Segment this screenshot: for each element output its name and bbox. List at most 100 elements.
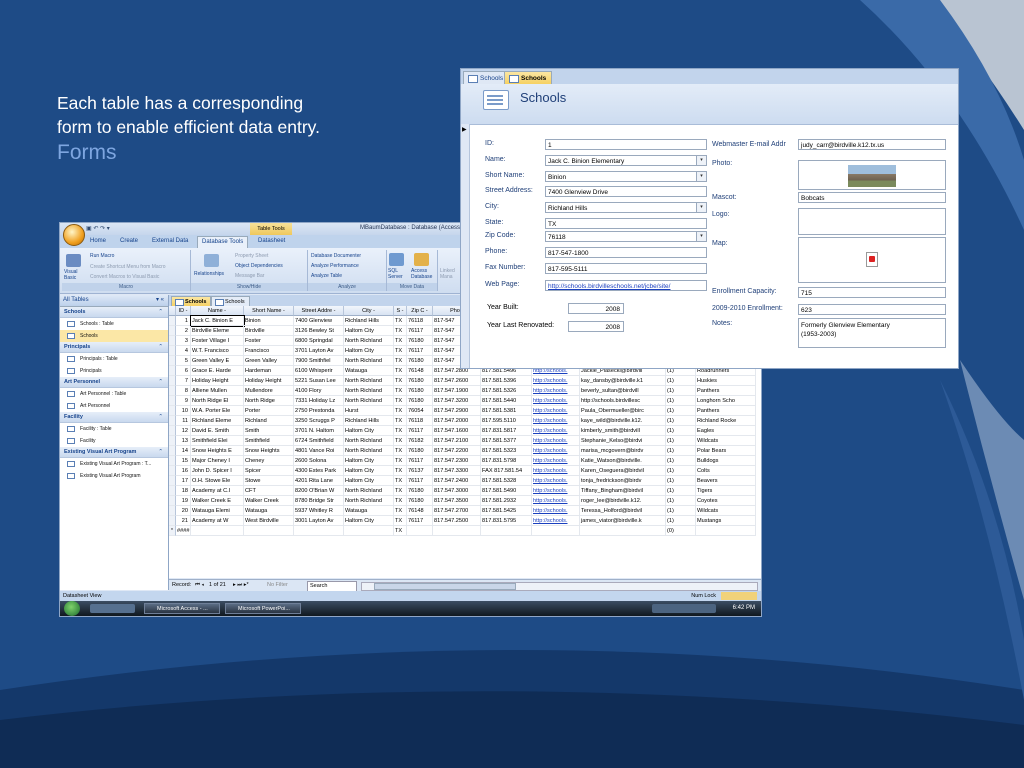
table-cell[interactable]: Snow Heights [244,446,294,456]
table-cell[interactable]: North Richland [344,486,394,496]
fax-field[interactable]: 817-595-5111 [545,263,707,274]
table-cell[interactable]: roger_lee@birdville.k12. [580,496,666,506]
table-cell[interactable]: 76117 [407,516,433,526]
row-selector[interactable] [169,466,176,476]
table-cell[interactable]: TX [394,506,407,516]
table-cell[interactable]: 817.547.3200 [433,396,481,406]
column-header[interactable]: Short Name - [244,306,294,316]
table-cell[interactable]: Walker Creek E [191,496,244,506]
web-link-cell[interactable]: http://schools. [532,466,580,476]
table-cell[interactable]: 21 [176,516,191,526]
table-cell[interactable]: 7400 Glenview [294,316,344,326]
table-cell[interactable]: Wildcats [696,436,756,446]
table-cell[interactable]: 76117 [407,426,433,436]
table-cell[interactable]: Francisco [244,346,294,356]
table-row[interactable]: 21 Academy at W West Birdville 3001 Layton … [169,516,761,526]
table-cell[interactable]: 817.547.2700 [433,506,481,516]
table-cell[interactable]: Watauga [344,366,394,376]
table-cell[interactable]: North Ridge El [191,396,244,406]
table-cell[interactable]: Watauga [344,506,394,516]
table-cell[interactable]: Hurst [344,406,394,416]
table-cell[interactable]: 3701 N. Haltom [294,426,344,436]
web-page-link[interactable]: http://schools.birdvilleschools.net/jcbe… [545,280,707,291]
table-cell[interactable]: (1) [666,506,696,516]
table-cell[interactable]: (1) [666,416,696,426]
table-cell[interactable]: Katie_Watson@birdville. [580,456,666,466]
year-built-field[interactable]: 2008 [568,303,624,314]
row-selector[interactable] [169,516,176,526]
table-cell[interactable]: Jack C. Binion E [190,315,245,327]
table-cell[interactable]: (1) [666,466,696,476]
table-cell[interactable]: 817.547.2500 [433,516,481,526]
convert-macros-button[interactable]: Convert Macros to Visual Basic [90,274,159,280]
table-cell[interactable]: 817.581.5440 [481,396,532,406]
form-tab-schools-form[interactable]: Schools [504,71,553,85]
table-cell[interactable]: TX [394,456,407,466]
web-link-cell[interactable]: http://schools. [532,476,580,486]
short-name-combo[interactable]: Binion ▾ [545,171,707,182]
table-cell[interactable]: 76180 [407,376,433,386]
table-cell[interactable]: Haltom City [344,326,394,336]
web-link-cell[interactable]: http://schools. [532,426,580,436]
nav-item[interactable]: Art Personnel [60,400,168,412]
table-cell[interactable]: North Richland [344,396,394,406]
quick-access-toolbar[interactable]: ▣ ↶ ↷ ▾ [86,225,141,233]
table-cell[interactable]: TX [394,496,407,506]
table-cell[interactable]: Walker Creek [244,496,294,506]
table-cell[interactable] [580,526,666,536]
table-cell[interactable]: (1) [666,386,696,396]
map-frame[interactable] [798,237,946,283]
table-cell[interactable]: TX [394,376,407,386]
table-cell[interactable]: Huskies [696,376,756,386]
table-cell[interactable]: Wildcats [696,506,756,516]
select-all-corner[interactable] [169,306,176,316]
table-cell[interactable]: 817.547.2400 [433,476,481,486]
table-cell[interactable]: 817.547.1900 [433,386,481,396]
run-macro-button[interactable]: Run Macro [90,253,114,259]
table-cell[interactable]: Smithfield [244,436,294,446]
table-cell[interactable]: Stephanie_Kelso@birdvi [580,436,666,446]
table-cell[interactable]: 2750 Prestonda [294,406,344,416]
table-cell[interactable]: North Richland [344,436,394,446]
web-link-cell[interactable] [532,526,580,536]
table-cell[interactable]: Richland [244,416,294,426]
nav-group-header[interactable]: Art Personnel ⌃ [60,377,168,388]
table-cell[interactable]: Panthers [696,406,756,416]
table-cell[interactable]: 76182 [407,436,433,446]
row-selector[interactable] [169,356,176,366]
row-selector[interactable] [169,476,176,486]
pdf-attachment-icon[interactable] [866,252,878,267]
nav-group-header[interactable]: Principals ⌃ [60,342,168,353]
table-cell[interactable]: Beavers [696,476,756,486]
no-filter-button[interactable]: No Filter [267,580,288,591]
webmaster-email-field[interactable]: judy_carr@birdville.k12.tx.us [798,139,946,150]
row-selector[interactable] [169,446,176,456]
table-cell[interactable]: 76180 [407,356,433,366]
dropdown-arrow-icon[interactable]: ▾ [696,203,706,212]
row-selector[interactable] [169,376,176,386]
table-cell[interactable]: TX [394,386,407,396]
table-cell[interactable]: 817.581.5323 [481,446,532,456]
table-row[interactable]: 18 Academy at C.I CFT 8200 O'Brian W North R… [169,486,761,496]
table-cell[interactable]: Paula_Obermueller@birc [580,406,666,416]
table-cell[interactable]: 76054 [407,406,433,416]
table-row[interactable]: 12 David E. Smith Smith 3701 N. Haltom Halto… [169,426,761,436]
web-link-cell[interactable]: http://schools. [532,436,580,446]
table-cell[interactable] [344,526,394,536]
table-cell[interactable]: 3 [176,336,191,346]
table-cell[interactable]: Grace E. Harde [191,366,244,376]
table-cell[interactable]: kaye_wild@birdville.k12. [580,416,666,426]
dropdown-arrow-icon[interactable]: ▾ [696,232,706,241]
table-cell[interactable]: 17 [176,476,191,486]
table-cell[interactable]: 76148 [407,366,433,376]
city-combo[interactable]: Richland Hills ▾ [545,202,707,213]
dropdown-arrow-icon[interactable]: ▾ [696,172,706,181]
table-cell[interactable]: 817.547.1600 [433,426,481,436]
collapse-chevron-icon[interactable]: ⌃ [158,307,163,317]
table-cell[interactable]: (1) [666,456,696,466]
table-cell[interactable]: 6 [176,366,191,376]
table-cell[interactable]: 76117 [407,476,433,486]
nav-item[interactable]: Principals [60,365,168,377]
collapse-chevron-icon[interactable]: ⌃ [158,377,163,387]
table-cell[interactable]: 3250 Scruggs P [294,416,344,426]
